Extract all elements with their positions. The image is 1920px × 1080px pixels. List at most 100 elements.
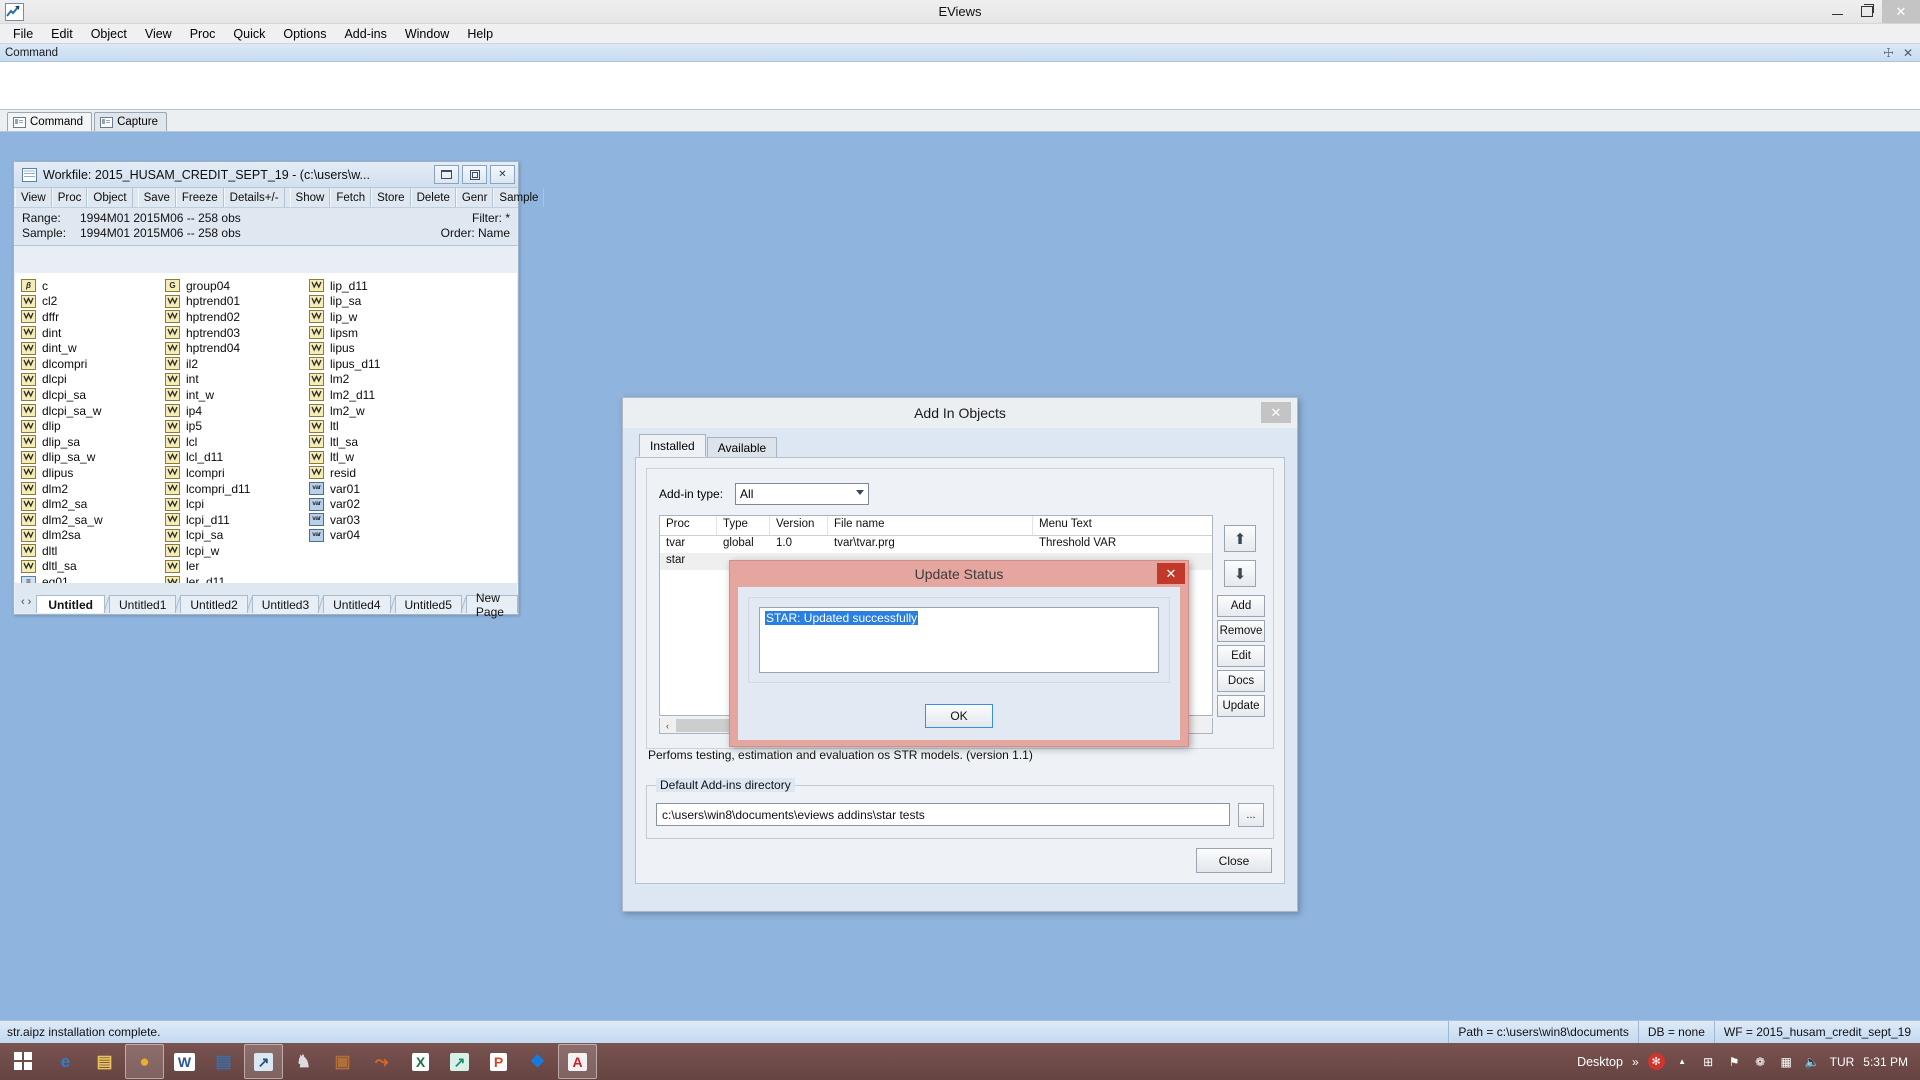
tray-app-icon[interactable]: ✻ <box>1647 1053 1665 1070</box>
add-button[interactable]: Add <box>1217 595 1265 617</box>
tray-network-icon[interactable]: ▦ <box>1778 1053 1795 1070</box>
page-prev-arrow[interactable]: ‹ <box>21 596 25 608</box>
list-item[interactable]: lcpi_d11 <box>165 512 309 528</box>
menu-help[interactable]: Help <box>458 25 502 43</box>
list-item[interactable]: dint_w <box>21 340 165 356</box>
edit-button[interactable]: Edit <box>1217 645 1265 667</box>
tab-installed[interactable]: Installed <box>639 434 706 457</box>
page-tab-new-page[interactable]: New Page <box>465 591 518 619</box>
list-item[interactable]: lcpi <box>165 496 309 512</box>
status-wf[interactable]: WF = 2015_husam_credit_sept_19 <box>1713 1021 1920 1043</box>
workfile-freeze-button[interactable]: Freeze <box>175 188 224 207</box>
workfile-object-list[interactable]: β c cl2 dffr dint dint_w dlcompri dlcpi dlcpi_sa… <box>15 273 517 583</box>
workfile-fetch-button[interactable]: Fetch <box>330 188 372 207</box>
workfile-genr-button[interactable]: Genr <box>455 188 494 207</box>
remove-button[interactable]: Remove <box>1217 620 1265 642</box>
workfile-store-button[interactable]: Store <box>371 188 411 207</box>
list-item[interactable]: lcompri_d11 <box>165 481 309 497</box>
tray-flag-icon[interactable]: ⚑ <box>1726 1053 1743 1070</box>
pin-icon[interactable]: ☩ <box>1883 46 1894 60</box>
list-item[interactable]: ltl_w <box>309 450 453 466</box>
ok-button[interactable]: OK <box>925 704 993 728</box>
list-item[interactable]: lm2_d11 <box>309 387 453 403</box>
workfile-delete-button[interactable]: Delete <box>410 188 456 207</box>
list-item[interactable]: il2 <box>165 356 309 372</box>
show-desktop-label[interactable]: Desktop <box>1577 1055 1623 1069</box>
workfile-sample-button[interactable]: Sample <box>493 188 545 207</box>
tray-shield-icon[interactable]: ❁ <box>1752 1053 1769 1070</box>
list-item[interactable]: ltl_sa <box>309 434 453 450</box>
windows-start-icon[interactable] <box>0 1043 46 1080</box>
list-item[interactable]: cl2 <box>21 294 165 310</box>
list-item[interactable]: dlm2_sa <box>21 496 165 512</box>
menu-addins[interactable]: Add-ins <box>335 25 395 43</box>
page-tab-untitled[interactable]: Untitled <box>36 595 106 613</box>
list-item[interactable]: dlm2 <box>21 481 165 497</box>
dialog-close-button[interactable]: Close <box>1196 848 1272 873</box>
list-item[interactable]: ler_d11 <box>165 574 309 583</box>
gretl-icon[interactable]: ♞ <box>285 1045 322 1078</box>
list-item[interactable]: hptrend04 <box>165 340 309 356</box>
list-item[interactable]: ler <box>165 559 309 575</box>
dropbox-icon[interactable]: ❖ <box>519 1045 556 1078</box>
browse-button[interactable]: ... <box>1238 803 1264 827</box>
update-status-close-icon[interactable]: ✕ <box>1157 563 1185 584</box>
workfile-object-button[interactable]: Object <box>87 188 133 207</box>
menu-quick[interactable]: Quick <box>224 25 274 43</box>
menu-object[interactable]: Object <box>82 25 136 43</box>
eviews-icon[interactable]: ↗ <box>244 1044 283 1079</box>
list-item[interactable]: lcl_d11 <box>165 450 309 466</box>
powerpoint-icon[interactable]: P <box>480 1045 517 1078</box>
addin-dialog-close-icon[interactable]: ✕ <box>1261 402 1291 423</box>
list-item[interactable]: var var03 <box>309 512 453 528</box>
menu-view[interactable]: View <box>136 25 181 43</box>
addin-type-select[interactable]: All <box>735 483 870 505</box>
page-next-arrow[interactable]: › <box>28 596 32 608</box>
list-item[interactable]: dlcpi <box>21 372 165 388</box>
list-item[interactable]: lm2 <box>309 372 453 388</box>
scroll-left-icon[interactable]: ‹ <box>660 719 675 732</box>
workfile-minimize-button[interactable] <box>434 165 459 184</box>
file-explorer-icon[interactable]: ▤ <box>86 1045 123 1078</box>
close-icon[interactable]: ✕ <box>1903 46 1913 60</box>
workfile-details-button[interactable]: Details+/- <box>223 188 285 207</box>
list-item[interactable]: int_w <box>165 387 309 403</box>
menu-window[interactable]: Window <box>396 25 458 43</box>
list-item[interactable]: var var02 <box>309 496 453 512</box>
list-item[interactable]: dlip_sa_w <box>21 450 165 466</box>
menu-proc[interactable]: Proc <box>181 25 225 43</box>
stata-icon[interactable]: ↗ <box>441 1045 478 1078</box>
page-tab-untitled5[interactable]: Untitled5 <box>394 595 462 613</box>
workfile-maximize-button[interactable] <box>462 165 487 184</box>
list-item[interactable]: dlm2_sa_w <box>21 512 165 528</box>
word-icon[interactable]: W <box>166 1045 203 1078</box>
status-path[interactable]: Path = c:\users\win8\documents <box>1448 1021 1637 1043</box>
list-item[interactable]: lcompri <box>165 465 309 481</box>
list-item[interactable]: resid <box>309 465 453 481</box>
list-item[interactable]: lip_sa <box>309 294 453 310</box>
docs-button[interactable]: Docs <box>1217 670 1265 692</box>
list-item[interactable]: βc <box>21 278 165 294</box>
list-item[interactable]: dlcpi_sa <box>21 387 165 403</box>
list-item[interactable]: ip4 <box>165 403 309 419</box>
menu-options[interactable]: Options <box>274 25 335 43</box>
list-item[interactable]: dlcompri <box>21 356 165 372</box>
tab-command[interactable]: Command <box>7 112 93 131</box>
tray-overflow-icon[interactable]: » <box>1632 1055 1639 1069</box>
workfile-close-button[interactable]: ✕ <box>490 165 515 184</box>
tray-volume-icon[interactable]: 🔈 <box>1804 1053 1821 1070</box>
workfile-proc-button[interactable]: Proc <box>51 188 88 207</box>
list-item[interactable]: = eq01 <box>21 574 165 583</box>
list-item[interactable]: lip_w <box>309 309 453 325</box>
tab-available[interactable]: Available <box>706 437 778 457</box>
list-item[interactable]: int <box>165 372 309 388</box>
list-item[interactable]: Ggroup04 <box>165 278 309 294</box>
adobe-reader-icon[interactable]: A <box>558 1044 597 1079</box>
directory-input[interactable]: c:\users\win8\documents\eviews addins\st… <box>656 803 1230 826</box>
list-item[interactable]: dint <box>21 325 165 341</box>
notepad-icon[interactable]: ▤ <box>205 1045 242 1078</box>
google-chrome-icon[interactable]: ● <box>125 1044 164 1079</box>
move-down-button[interactable]: ⬇ <box>1224 560 1256 587</box>
matlab-icon[interactable]: ⤳ <box>363 1045 400 1078</box>
list-item[interactable]: lm2_w <box>309 403 453 419</box>
